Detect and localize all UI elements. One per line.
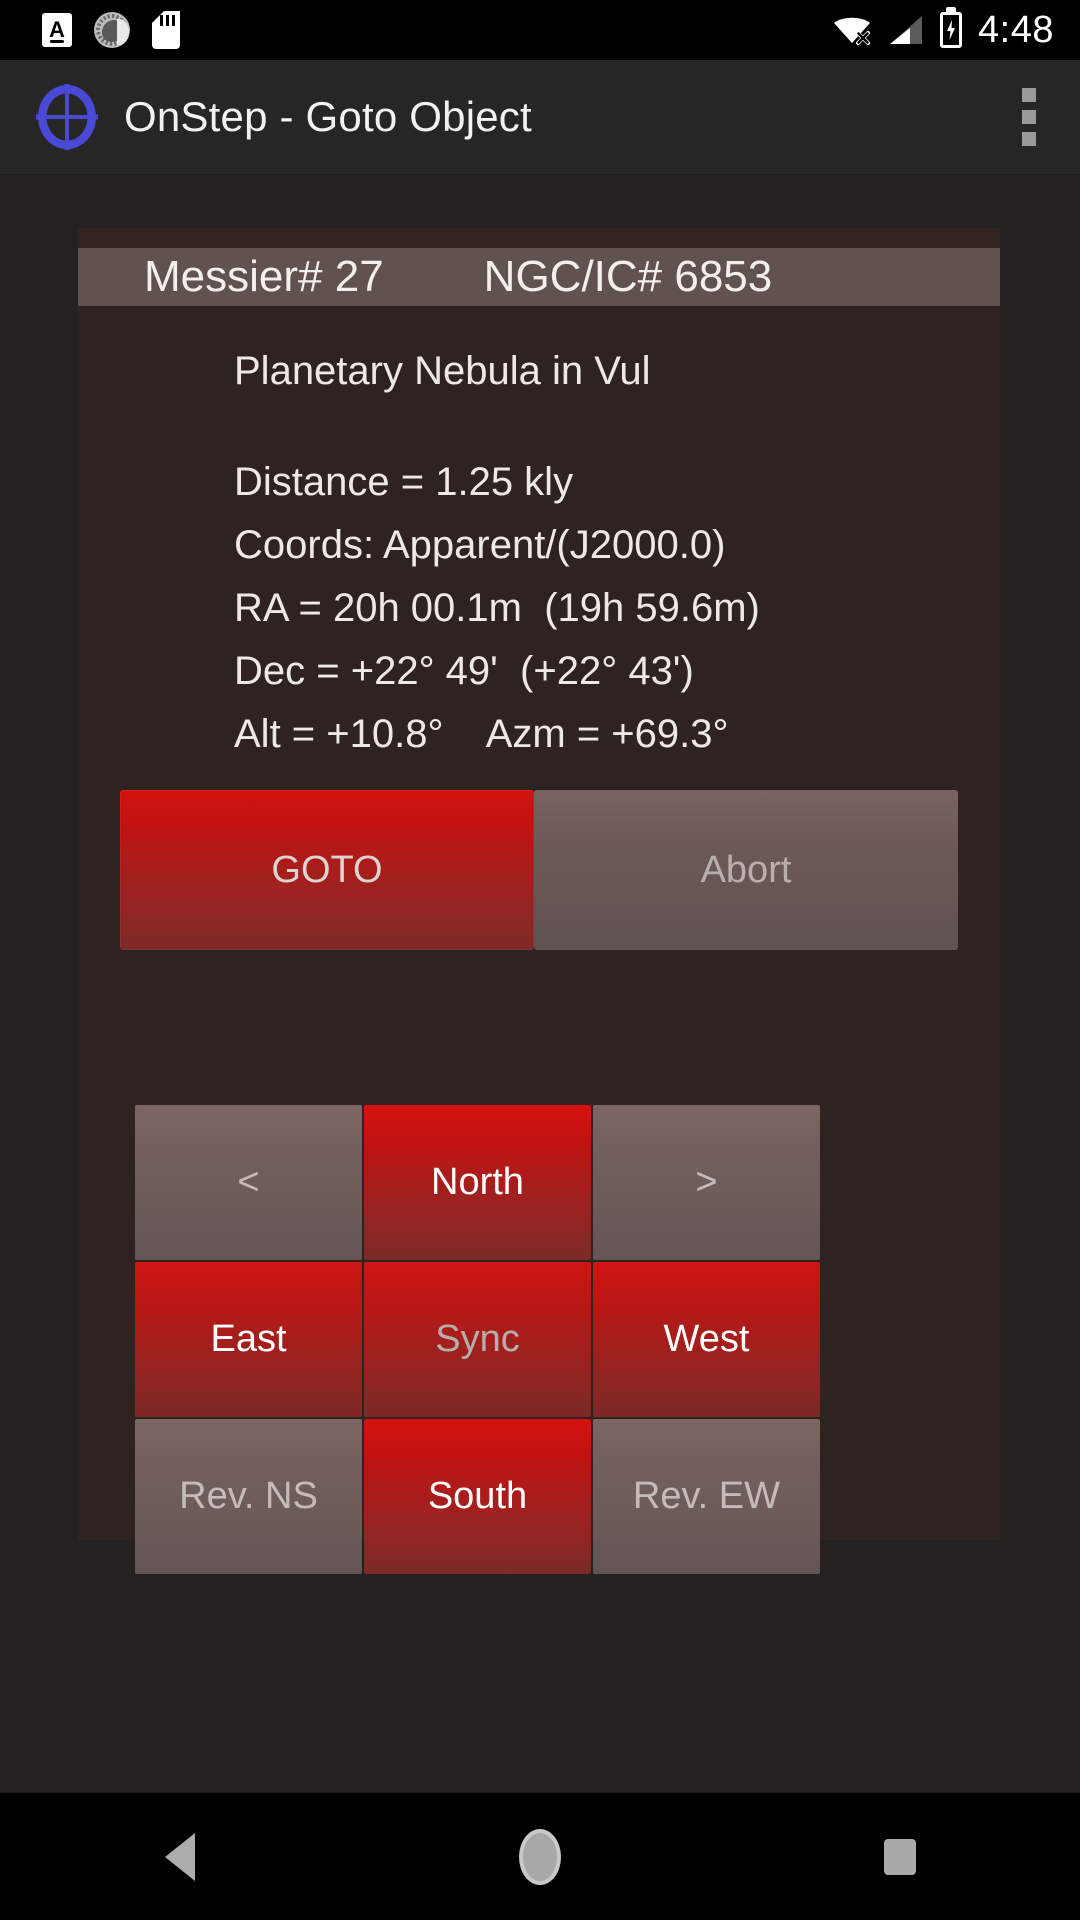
object-type-line: Planetary Nebula in Vul	[234, 349, 651, 393]
object-info-panel: Messier# 27 NGC/IC# 6853 Planetary Nebul…	[78, 228, 1000, 1574]
reverse-ew-button[interactable]: Rev. EW	[592, 1419, 820, 1574]
keyboard-icon-glyph: A	[49, 17, 65, 42]
dpad-left-button[interactable]: <	[135, 1105, 362, 1260]
direction-pad: < North > East Sync West Rev. NS South R…	[135, 1105, 820, 1574]
object-ra: RA = 20h 00.1m (19h 59.6m)	[234, 586, 760, 630]
android-nav-bar	[0, 1792, 1080, 1920]
object-dec: Dec = +22° 49' (+22° 43')	[234, 649, 694, 693]
sync-spinner-icon	[94, 12, 130, 48]
dpad-row-south: Rev. NS South Rev. EW	[135, 1419, 820, 1574]
dpad-right-button[interactable]: >	[592, 1105, 820, 1260]
back-triangle	[165, 1832, 195, 1881]
object-distance: Distance = 1.25 kly	[234, 460, 574, 504]
phone-screen: A 4:48 OnStep - Goto Object Messier# 27 …	[0, 0, 1080, 1920]
dpad-east-button[interactable]: East	[135, 1262, 362, 1417]
abort-button[interactable]: Abort	[534, 790, 958, 950]
status-bar: A 4:48	[0, 0, 1080, 60]
overflow-dot	[1022, 88, 1036, 102]
overflow-dot	[1022, 110, 1036, 124]
onstep-gear-crosshair-icon	[36, 84, 98, 150]
back-nav-icon[interactable]	[120, 1797, 240, 1917]
home-nav-icon[interactable]	[480, 1797, 600, 1917]
wifi-off-icon	[832, 13, 872, 47]
dpad-west-button[interactable]: West	[592, 1262, 820, 1417]
cell-signal-icon	[888, 15, 924, 45]
catalog-id-header: Messier# 27 NGC/IC# 6853	[78, 248, 1000, 306]
object-alt-azm: Alt = +10.8° Azm = +69.3°	[234, 712, 729, 756]
charging-bolt-icon	[943, 15, 959, 45]
messier-number: Messier# 27	[144, 252, 384, 301]
reverse-ns-button[interactable]: Rev. NS	[135, 1419, 362, 1574]
dpad-row-north: < North >	[135, 1105, 820, 1260]
page-title: OnStep - Goto Object	[124, 93, 532, 140]
overflow-dot	[1022, 132, 1036, 146]
keyboard-icon: A	[42, 13, 72, 47]
dpad-sync-button[interactable]: Sync	[363, 1262, 591, 1417]
ngc-ic-number: NGC/IC# 6853	[483, 252, 773, 301]
object-coords-label: Coords: Apparent/(J2000.0)	[234, 523, 726, 567]
status-bar-right-icons: 4:48	[832, 9, 1080, 52]
home-circle	[519, 1828, 561, 1885]
object-details: Planetary Nebula in Vul Distance = 1.25 …	[78, 306, 1000, 766]
app-bar: OnStep - Goto Object	[0, 60, 1080, 175]
status-bar-clock: 4:48	[978, 8, 1054, 51]
sd-card-icon	[152, 11, 180, 49]
panel-top-strip	[78, 228, 1000, 248]
goto-button[interactable]: GOTO	[120, 790, 534, 950]
goto-abort-row: GOTO Abort	[120, 790, 958, 950]
battery-charging-icon	[940, 12, 963, 48]
overflow-menu-icon[interactable]	[1022, 88, 1036, 146]
recents-nav-icon[interactable]	[840, 1797, 960, 1917]
recents-square	[884, 1838, 916, 1875]
dpad-south-button[interactable]: South	[363, 1419, 591, 1574]
dpad-row-middle: East Sync West	[135, 1262, 820, 1417]
details-spacer	[234, 403, 1000, 451]
dpad-north-button[interactable]: North	[363, 1105, 591, 1260]
status-bar-left-icons: A	[0, 11, 180, 49]
